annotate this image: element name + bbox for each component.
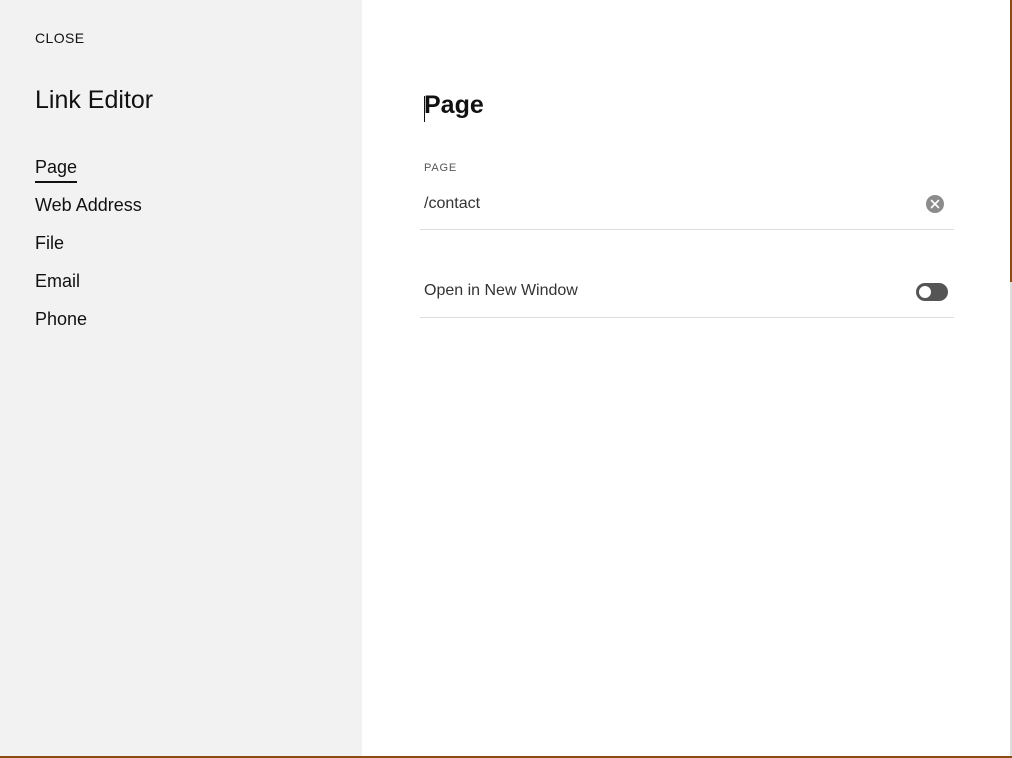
text-cursor bbox=[424, 96, 425, 122]
link-editor-title: Link Editor bbox=[35, 86, 154, 114]
sidebar-item-label: File bbox=[35, 233, 65, 253]
open-in-new-window-toggle[interactable] bbox=[916, 283, 948, 301]
sidebar-item-file[interactable]: File bbox=[35, 233, 142, 271]
sidebar-item-email[interactable]: Email bbox=[35, 271, 142, 309]
sidebar-item-label: Email bbox=[35, 271, 81, 291]
page-title: Page bbox=[424, 91, 484, 119]
sidebar-item-page[interactable]: Page bbox=[35, 157, 142, 195]
page-field[interactable]: /contact bbox=[420, 184, 954, 230]
open-in-new-window-label: Open in New Window bbox=[424, 282, 578, 299]
link-type-nav: Page Web Address File Email Phone bbox=[35, 157, 142, 347]
sidebar-item-label: Page bbox=[35, 157, 78, 183]
clear-icon[interactable] bbox=[926, 195, 944, 213]
sidebar-item-phone[interactable]: Phone bbox=[35, 309, 142, 347]
clear-icon-glyph bbox=[930, 199, 940, 209]
sidebar-item-label: Phone bbox=[35, 309, 88, 329]
sidebar-item-label: Web Address bbox=[35, 195, 142, 215]
toggle-knob bbox=[919, 286, 931, 298]
page-field-label: PAGE bbox=[424, 162, 457, 174]
sidebar-item-web-address[interactable]: Web Address bbox=[35, 195, 142, 233]
page-field-value: /contact bbox=[424, 195, 481, 212]
open-in-new-window-row: Open in New Window bbox=[420, 270, 954, 318]
close-button[interactable]: CLOSE bbox=[35, 30, 84, 46]
link-settings-panel: Page PAGE /contact Open in New Window bbox=[362, 0, 1010, 758]
link-editor-sidebar: CLOSE Link Editor Page Web Address File … bbox=[0, 0, 362, 758]
